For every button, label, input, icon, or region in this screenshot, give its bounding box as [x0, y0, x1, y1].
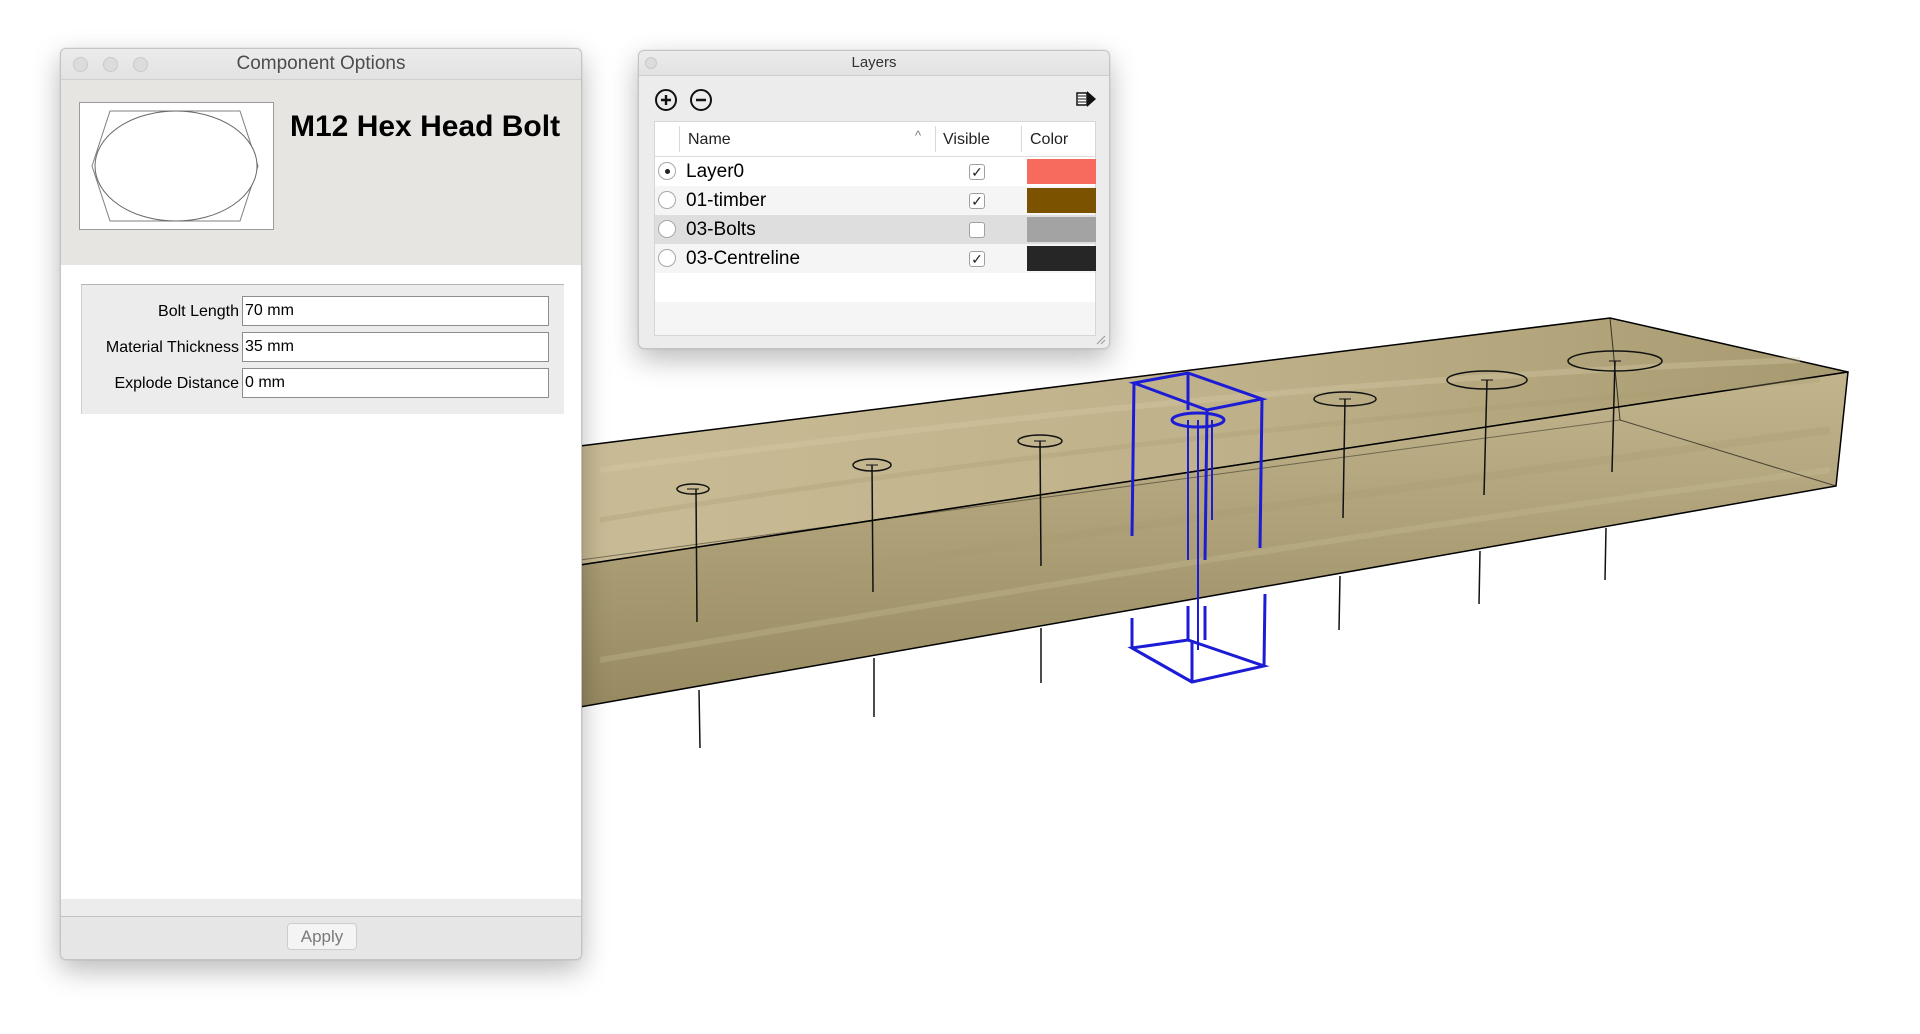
active-layer-radio[interactable] [658, 220, 676, 238]
option-label: Bolt Length [158, 303, 239, 320]
active-layer-radio[interactable] [658, 191, 676, 209]
explode-distance-input[interactable] [242, 368, 549, 398]
layers-table-header: Name ^ Visible Color [655, 122, 1095, 157]
layer-row[interactable]: Layer0 ✓ [655, 157, 1096, 186]
options-footer: Apply [61, 916, 581, 959]
column-header-name[interactable]: Name [688, 131, 731, 149]
option-row-bolt-length: Bolt Length [82, 295, 564, 329]
plus-circle-icon[interactable] [654, 88, 678, 117]
window-title: Layers [851, 54, 897, 71]
close-window-button[interactable] [73, 57, 88, 72]
material-thickness-input[interactable] [242, 332, 549, 362]
column-header-color[interactable]: Color [1030, 131, 1068, 149]
active-layer-radio[interactable] [658, 162, 676, 180]
minus-circle-icon[interactable] [689, 88, 713, 117]
layers-titlebar[interactable]: Layers [639, 51, 1109, 76]
component-options-window: Component Options M12 Hex Head Bolt Bolt… [60, 48, 582, 960]
layer-name[interactable]: 03-Bolts [686, 219, 756, 241]
visible-checkbox[interactable]: ✓ [969, 193, 985, 209]
layer-name[interactable]: 01-timber [686, 190, 766, 212]
option-label: Material Thickness [105, 339, 239, 356]
bolt-length-input[interactable] [242, 296, 549, 326]
layer-name[interactable]: 03-Centreline [686, 248, 800, 270]
option-row-explode-distance: Explode Distance [82, 367, 564, 401]
details-arrow-icon[interactable] [1075, 88, 1097, 115]
layer-row[interactable]: 01-timber ✓ [655, 186, 1096, 215]
zoom-window-button[interactable] [133, 57, 148, 72]
column-header-visible[interactable]: Visible [943, 131, 990, 149]
option-label: Explode Distance [114, 375, 239, 392]
active-layer-radio[interactable] [658, 249, 676, 267]
component-thumbnail [79, 102, 274, 230]
layer-color-swatch[interactable] [1027, 159, 1096, 184]
layer-color-swatch[interactable] [1027, 246, 1096, 271]
resize-grip-icon[interactable] [1094, 333, 1106, 345]
sort-ascending-icon[interactable]: ^ [915, 128, 921, 143]
layer-row[interactable]: 03-Centreline ✓ [655, 244, 1096, 273]
component-header: M12 Hex Head Bolt [61, 80, 581, 266]
hex-bolt-thumbnail-icon [91, 110, 259, 222]
window-title: Component Options [236, 53, 406, 74]
component-title: M12 Hex Head Bolt [290, 110, 561, 143]
component-options-titlebar[interactable]: Component Options [61, 49, 581, 80]
visible-checkbox[interactable]: ✓ [969, 164, 985, 180]
visible-checkbox[interactable] [969, 222, 985, 238]
layer-row-selected[interactable]: 03-Bolts [655, 215, 1096, 244]
options-table: Bolt Length Material Thickness Explode D… [81, 284, 564, 414]
layers-table: Name ^ Visible Color Layer0 ✓ 01-timber … [654, 121, 1096, 336]
layers-window: Layers Name ^ Visible Color Layer0 ✓ 01-… [638, 50, 1110, 349]
close-window-button[interactable] [645, 57, 657, 69]
options-panel: Bolt Length Material Thickness Explode D… [61, 265, 581, 899]
option-row-material-thickness: Material Thickness [82, 331, 564, 365]
empty-row [655, 302, 1095, 335]
minimize-window-button[interactable] [103, 57, 118, 72]
layer-name[interactable]: Layer0 [686, 161, 744, 183]
visible-checkbox[interactable]: ✓ [969, 251, 985, 267]
layer-color-swatch[interactable] [1027, 217, 1096, 242]
layer-color-swatch[interactable] [1027, 188, 1096, 213]
apply-button[interactable]: Apply [287, 923, 357, 950]
